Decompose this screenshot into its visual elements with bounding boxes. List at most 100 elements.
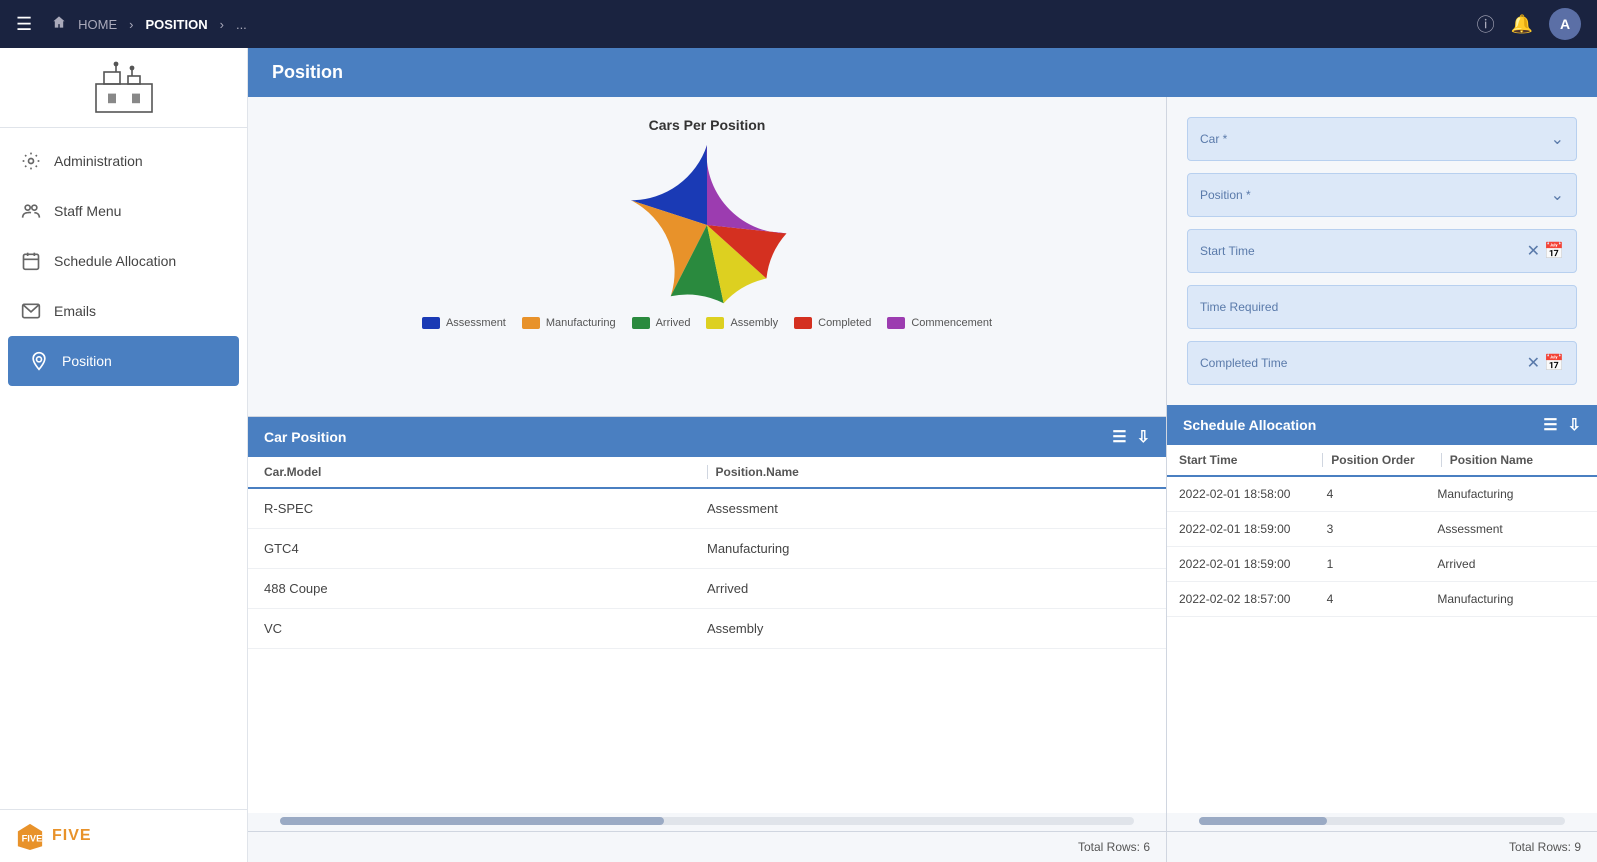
start-time-calendar-icon[interactable]: 📅 [1544, 241, 1564, 261]
legend-item-manufacturing: Manufacturing [522, 317, 616, 329]
car-position-download-icon[interactable]: ⇩ [1137, 427, 1150, 447]
car-position-scrollbar[interactable] [280, 817, 1134, 825]
completed-time-field[interactable]: Completed Time ✕ 📅 [1187, 341, 1577, 385]
table-row[interactable]: 488 Coupe Arrived [248, 569, 1166, 609]
position-dropdown-icon[interactable]: ⌄ [1551, 185, 1564, 205]
page-header: Position [248, 48, 1597, 97]
position-field[interactable]: Position * ⌄ [1187, 173, 1577, 217]
legend-dot-commencement [887, 317, 905, 329]
table-row[interactable]: R-SPEC Assessment [248, 489, 1166, 529]
schedule-allocation-col-headers: Start Time Position Order Position Name [1167, 445, 1597, 477]
car-position-col-headers: Car.Model Position.Name [248, 457, 1166, 489]
cell-position-order: 1 [1327, 557, 1438, 571]
completed-time-label: Completed Time [1200, 356, 1523, 370]
sidebar-item-administration-label: Administration [54, 153, 143, 169]
car-dropdown-icon[interactable]: ⌄ [1551, 129, 1564, 149]
cell-start-time: 2022-02-02 18:57:00 [1179, 592, 1327, 606]
svg-text:FIVE: FIVE [22, 834, 43, 844]
nav-dots[interactable]: ... [236, 17, 247, 32]
time-required-field[interactable]: Time Required [1187, 285, 1577, 329]
table-row[interactable]: 2022-02-01 18:59:00 1 Arrived [1167, 547, 1597, 582]
nav-sep-2: › [220, 17, 224, 32]
nav-position-label[interactable]: POSITION [145, 17, 207, 32]
schedule-allocation-filter-icon[interactable]: ☰ [1543, 415, 1557, 435]
cell-car-model: VC [264, 621, 707, 636]
cell-car-model: R-SPEC [264, 501, 707, 516]
sidebar-item-staff-menu-label: Staff Menu [54, 203, 121, 219]
notification-icon[interactable]: 🔔 [1511, 14, 1533, 35]
nav-home-label[interactable]: HOME [78, 17, 117, 32]
car-position-table-footer: Total Rows: 6 [248, 831, 1166, 862]
sidebar-item-emails[interactable]: Emails [0, 286, 247, 336]
cell-position-name: Arrived [707, 581, 1150, 596]
main-content: Position Cars Per Position [248, 48, 1597, 862]
schedule-allocation-total-rows: Total Rows: 9 [1509, 840, 1581, 854]
form-area: Car * ⌄ Position * ⌄ Start Time ✕ 📅 [1167, 97, 1597, 405]
top-navigation: ☰ HOME › POSITION › ... ⓘ 🔔 A [0, 0, 1597, 48]
table-row[interactable]: VC Assembly [248, 609, 1166, 649]
car-position-filter-icon[interactable]: ☰ [1112, 427, 1126, 447]
completed-time-clear-icon[interactable]: ✕ [1527, 353, 1540, 373]
table-row[interactable]: 2022-02-02 18:57:00 4 Manufacturing [1167, 582, 1597, 617]
start-time-field[interactable]: Start Time ✕ 📅 [1187, 229, 1577, 273]
cell-sa-position-name: Arrived [1437, 557, 1585, 571]
position-label: Position * [1200, 188, 1547, 202]
sidebar-bottom: FIVE FIVE [0, 809, 247, 862]
sidebar-item-position[interactable]: Position [8, 336, 239, 386]
top-nav-right: ⓘ 🔔 A [1477, 8, 1581, 40]
legend-dot-completed [794, 317, 812, 329]
schedule-allocation-scrollbar[interactable] [1199, 817, 1565, 825]
cell-start-time: 2022-02-01 18:59:00 [1179, 522, 1327, 536]
hamburger-menu-icon[interactable]: ☰ [16, 14, 32, 35]
car-position-table-body[interactable]: R-SPEC Assessment GTC4 Manufacturing 488… [248, 489, 1166, 813]
schedule-allocation-download-icon[interactable]: ⇩ [1568, 415, 1581, 435]
sidebar-item-schedule-allocation[interactable]: Schedule Allocation [0, 236, 247, 286]
cell-position-name: Manufacturing [707, 541, 1150, 556]
col-header-position-name: Position.Name [716, 465, 1151, 479]
time-required-label: Time Required [1200, 300, 1564, 314]
cell-sa-position-name: Assessment [1437, 522, 1585, 536]
sidebar-item-schedule-allocation-label: Schedule Allocation [54, 253, 176, 269]
table-row[interactable]: 2022-02-01 18:58:00 4 Manufacturing [1167, 477, 1597, 512]
legend-dot-assembly [706, 317, 724, 329]
legend-item-assessment: Assessment [422, 317, 506, 329]
cell-sa-position-name: Manufacturing [1437, 592, 1585, 606]
col-header-sa-position-name: Position Name [1450, 453, 1585, 467]
chart-legend: Assessment Manufacturing Arrived As [422, 317, 992, 329]
five-logo-text: FIVE [52, 827, 92, 845]
legend-dot-arrived [632, 317, 650, 329]
cell-position-order: 3 [1327, 522, 1438, 536]
sidebar: Administration Staff Menu [0, 48, 248, 862]
schedule-allocation-table-body[interactable]: 2022-02-01 18:58:00 4 Manufacturing 2022… [1167, 477, 1597, 813]
col-divider-2 [1322, 453, 1323, 467]
cell-car-model: GTC4 [264, 541, 707, 556]
sidebar-menu: Administration Staff Menu [0, 128, 247, 809]
schedule-allocation-table-title: Schedule Allocation [1183, 417, 1316, 433]
start-time-clear-icon[interactable]: ✕ [1527, 241, 1540, 261]
left-panel: Cars Per Position [248, 97, 1167, 862]
pie-chart [627, 145, 787, 305]
car-position-scrollbar-thumb [280, 817, 664, 825]
legend-item-commencement: Commencement [887, 317, 992, 329]
legend-label-completed: Completed [818, 317, 871, 329]
table-row[interactable]: GTC4 Manufacturing [248, 529, 1166, 569]
table-row[interactable]: 2022-02-01 18:59:00 3 Assessment [1167, 512, 1597, 547]
help-icon[interactable]: ⓘ [1477, 11, 1495, 37]
right-panel: Car * ⌄ Position * ⌄ Start Time ✕ 📅 [1167, 97, 1597, 862]
nav-sep-1: › [129, 17, 133, 32]
sidebar-item-administration[interactable]: Administration [0, 136, 247, 186]
sidebar-item-staff-menu[interactable]: Staff Menu [0, 186, 247, 236]
car-field[interactable]: Car * ⌄ [1187, 117, 1577, 161]
main-layout: Administration Staff Menu [0, 48, 1597, 862]
col-header-start-time: Start Time [1179, 453, 1314, 467]
nav-home-icon [52, 15, 66, 34]
location-icon [28, 350, 50, 372]
cell-position-order: 4 [1327, 487, 1438, 501]
completed-time-calendar-icon[interactable]: 📅 [1544, 353, 1564, 373]
schedule-allocation-table-section: Schedule Allocation ☰ ⇩ Start Time Posit… [1167, 405, 1597, 862]
people-icon [20, 200, 42, 222]
calendar-icon [20, 250, 42, 272]
legend-dot-manufacturing [522, 317, 540, 329]
cell-start-time: 2022-02-01 18:58:00 [1179, 487, 1327, 501]
user-avatar[interactable]: A [1549, 8, 1581, 40]
